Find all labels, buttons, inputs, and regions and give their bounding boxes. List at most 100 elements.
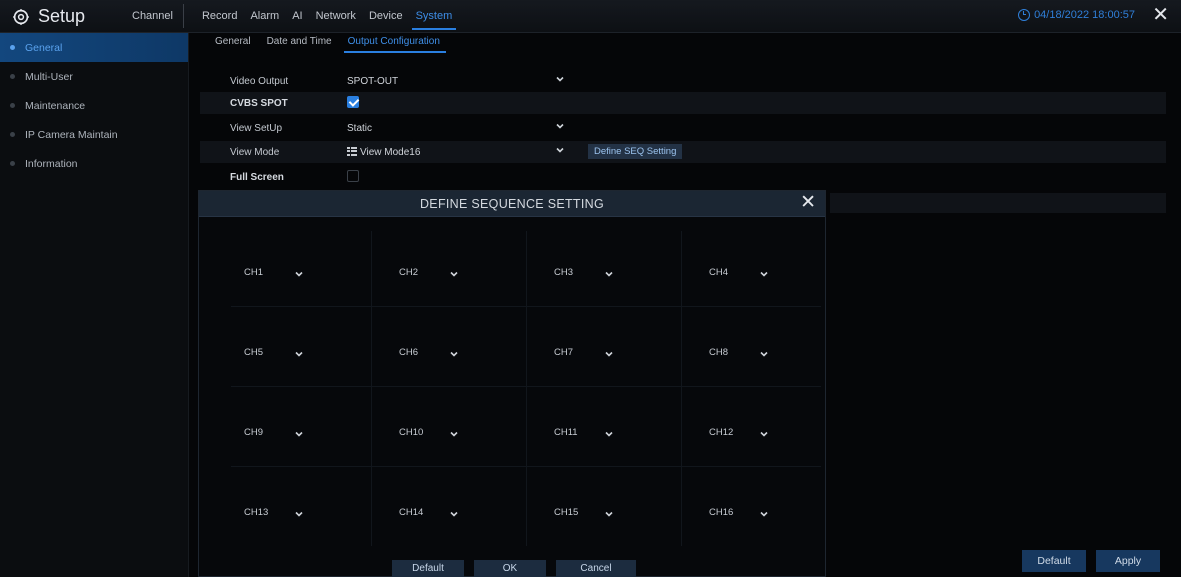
cvbs-spot-row: CVBS SPOT — [200, 92, 1166, 114]
channel-label: CH13 — [244, 507, 269, 518]
channel-select[interactable]: CH13 — [231, 505, 309, 521]
channel-select[interactable]: CH1 — [231, 265, 309, 281]
nav-alarm[interactable]: Alarm — [250, 10, 279, 22]
grid-divider — [526, 231, 527, 546]
channel-select[interactable]: CH6 — [386, 345, 464, 361]
dialog-ok-button[interactable]: OK — [474, 560, 546, 577]
cvbs-spot-checkbox[interactable] — [347, 96, 359, 108]
grid-divider — [231, 386, 821, 387]
grid-icon — [347, 146, 357, 156]
chevron-down-icon[interactable] — [449, 269, 459, 279]
sidebar-item-label: Information — [25, 157, 78, 170]
nav-ai[interactable]: AI — [292, 10, 302, 22]
channel-select[interactable]: CH7 — [541, 345, 619, 361]
channel-select[interactable]: CH9 — [231, 425, 309, 441]
channel-grid: CH1 CH2 CH3 CH4 CH5 CH6 CH7 CH8 CH9 CH10 CH11 CH12 C… — [231, 231, 821, 546]
close-icon[interactable]: ✕ — [1152, 5, 1169, 25]
system-clock: 04/18/2022 18:00:57 — [1018, 9, 1135, 21]
channel-label: CH7 — [554, 347, 574, 358]
nav-device[interactable]: Device — [369, 10, 403, 22]
chevron-down-icon[interactable] — [604, 269, 614, 279]
define-seq-setting-button[interactable]: Define SEQ Setting — [588, 144, 683, 159]
full-screen-checkbox[interactable] — [347, 170, 359, 182]
chevron-down-icon[interactable] — [759, 269, 769, 279]
channel-label: CH15 — [554, 507, 579, 518]
channel-select[interactable]: CH11 — [541, 425, 619, 441]
chevron-down-icon[interactable] — [294, 269, 304, 279]
channel-label: CH9 — [244, 427, 264, 438]
sidebar-item-multi-user[interactable]: Multi-User — [0, 62, 188, 91]
chevron-down-icon[interactable] — [449, 429, 459, 439]
video-output-label: Video Output — [230, 75, 289, 87]
chevron-down-icon[interactable] — [294, 349, 304, 359]
sub-tabs: General Date and Time Output Configurati… — [215, 36, 456, 53]
sidebar-item-ip-camera-maintain[interactable]: IP Camera Maintain — [0, 120, 188, 149]
chevron-down-icon[interactable] — [449, 509, 459, 519]
dialog-default-button[interactable]: Default — [392, 560, 464, 577]
channel-select[interactable]: CH10 — [386, 425, 464, 441]
cvbs-spot-label: CVBS SPOT — [230, 97, 288, 109]
chevron-down-icon[interactable] — [555, 145, 565, 155]
view-mode-select[interactable]: View Mode16 — [347, 146, 421, 158]
chevron-down-icon[interactable] — [604, 509, 614, 519]
view-setup-select[interactable]: Static — [347, 123, 372, 134]
sidebar-item-label: Multi-User — [25, 70, 73, 83]
chevron-down-icon[interactable] — [604, 349, 614, 359]
nav-record[interactable]: Record — [202, 10, 237, 22]
apply-button[interactable]: Apply — [1096, 550, 1160, 572]
nav-system[interactable]: System — [411, 10, 456, 30]
user-icon — [10, 74, 15, 79]
tab-general[interactable]: General — [215, 36, 251, 53]
sidebar-item-information[interactable]: Information — [0, 149, 188, 178]
channel-select[interactable]: CH15 — [541, 505, 619, 521]
sidebar-item-general[interactable]: General — [0, 33, 188, 62]
channel-select[interactable]: CH12 — [696, 425, 774, 441]
video-output-select[interactable]: SPOT-OUT — [347, 76, 398, 87]
chevron-down-icon[interactable] — [759, 349, 769, 359]
default-button[interactable]: Default — [1022, 550, 1086, 572]
camera-icon — [10, 132, 15, 137]
tab-date-and-time[interactable]: Date and Time — [267, 36, 332, 53]
channel-label: CH16 — [709, 507, 734, 518]
row-stripe — [830, 193, 1166, 213]
view-mode-value: View Mode16 — [360, 146, 421, 158]
chevron-down-icon[interactable] — [449, 349, 459, 359]
channel-select[interactable]: CH5 — [231, 345, 309, 361]
main-nav: Channel Record Alarm AI Network Device S… — [132, 0, 465, 32]
chevron-down-icon[interactable] — [759, 429, 769, 439]
tab-output-configuration[interactable]: Output Configuration — [343, 36, 447, 53]
chevron-down-icon[interactable] — [555, 121, 565, 131]
channel-select[interactable]: CH14 — [386, 505, 464, 521]
dialog-title: DEFINE SEQUENCE SETTING — [419, 197, 604, 211]
wrench-icon — [10, 103, 15, 108]
clock-icon — [1018, 9, 1031, 21]
dialog-cancel-button[interactable]: Cancel — [556, 560, 636, 577]
nav-channel[interactable]: Channel — [132, 10, 173, 22]
full-screen-row: Full Screen — [200, 166, 1166, 188]
chevron-down-icon[interactable] — [555, 74, 565, 84]
channel-label: CH12 — [709, 427, 734, 438]
sidebar-item-label: IP Camera Maintain — [25, 128, 118, 141]
dialog-header: DEFINE SEQUENCE SETTING ✕ — [199, 191, 825, 217]
nav-network[interactable]: Network — [316, 10, 356, 22]
view-mode-row: View Mode View Mode16 Define SEQ Setting — [200, 141, 1166, 163]
channel-select[interactable]: CH8 — [696, 345, 774, 361]
chevron-down-icon[interactable] — [759, 509, 769, 519]
channel-label: CH10 — [399, 427, 424, 438]
channel-select[interactable]: CH3 — [541, 265, 619, 281]
channel-label: CH6 — [399, 347, 419, 358]
chevron-down-icon[interactable] — [294, 429, 304, 439]
sidebar-item-label: Maintenance — [25, 99, 86, 112]
gear-icon — [13, 8, 29, 25]
channel-select[interactable]: CH2 — [386, 265, 464, 281]
chevron-down-icon[interactable] — [294, 509, 304, 519]
view-mode-label: View Mode — [230, 146, 280, 158]
app-title: Setup — [38, 6, 86, 26]
channel-select[interactable]: CH4 — [696, 265, 774, 281]
close-icon[interactable]: ✕ — [800, 193, 816, 213]
sidebar-item-maintenance[interactable]: Maintenance — [0, 91, 188, 120]
channel-label: CH1 — [244, 267, 264, 278]
channel-select[interactable]: CH16 — [696, 505, 774, 521]
app-logo: Setup — [12, 6, 85, 27]
chevron-down-icon[interactable] — [604, 429, 614, 439]
